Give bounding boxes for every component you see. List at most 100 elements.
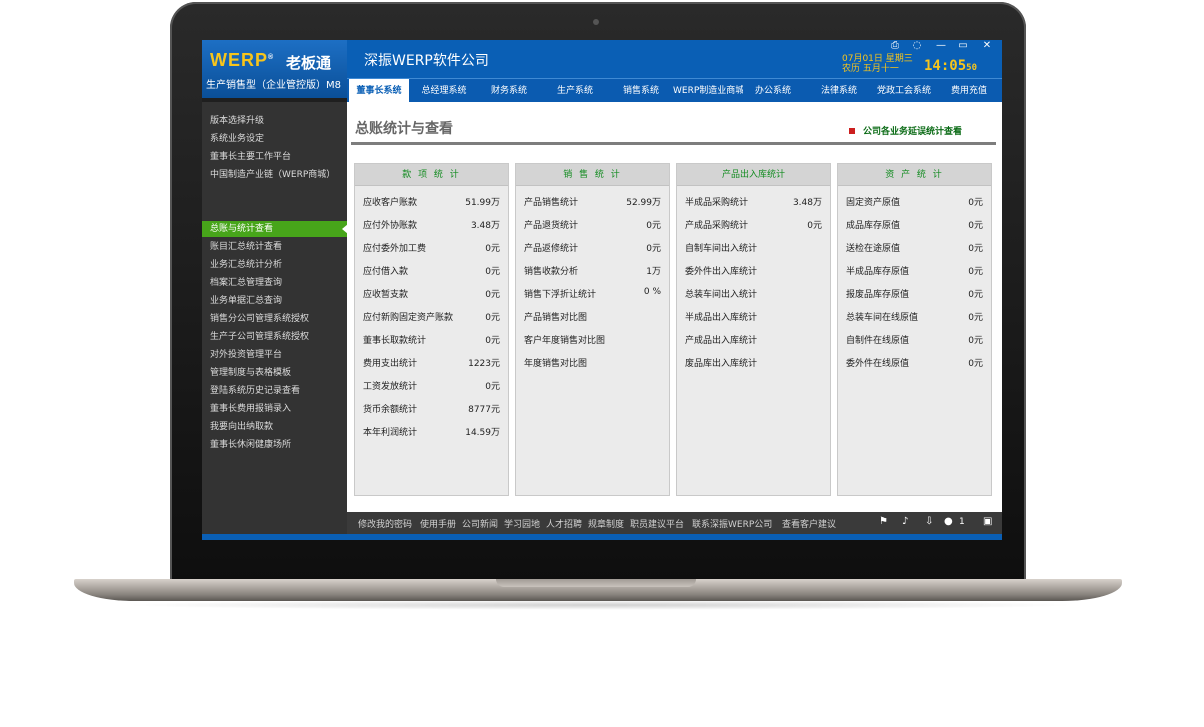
sidebar-item-login-history[interactable]: 登陆系统历史记录查看 [210, 383, 300, 399]
stat-row[interactable]: 委外件在线原值 0元 [846, 356, 983, 370]
stat-label: 委外件出入库统计 [685, 267, 758, 277]
tab-party-union[interactable]: 党政工会系统 [871, 79, 937, 103]
stat-row[interactable]: 报废品库存原值 0元 [846, 287, 983, 301]
logo: WERP® [210, 50, 274, 71]
stat-row[interactable]: 半成品库存原值 0元 [846, 264, 983, 278]
stat-label: 费用支出统计 [363, 359, 418, 369]
bottom-accent-bar [202, 534, 1002, 540]
flag-icon[interactable]: ⚑ [879, 516, 888, 527]
stat-row[interactable]: 货币余额统计 8777元 [363, 402, 500, 416]
laptop-notch [496, 579, 696, 587]
tab-finance[interactable]: 财务系统 [479, 79, 539, 103]
footer-link-rules[interactable]: 规章制度 [588, 517, 624, 530]
tab-chairman[interactable]: 董事长系统 [349, 79, 409, 103]
footer-link-learning[interactable]: 学习园地 [504, 517, 540, 530]
footer-link-suggestions[interactable]: 职员建议平台 [630, 517, 684, 530]
chat-icon[interactable]: ◌ [907, 40, 927, 52]
webcam-icon [593, 19, 599, 25]
sidebar-item-policy-templates[interactable]: 管理制度与表格模板 [210, 365, 291, 381]
logo-reg-mark: ® [268, 54, 275, 61]
time-display: 14:0550 [924, 58, 977, 74]
print-icon[interactable]: ⎙ [885, 40, 905, 52]
stat-row[interactable]: 产品退货统计 0元 [524, 218, 661, 232]
stat-row[interactable]: 应付新购固定资产账款 0元 [363, 310, 500, 324]
sidebar-item-expense-entry[interactable]: 董事长费用报销录入 [210, 401, 291, 417]
stat-row[interactable]: 自制车间出入统计 [685, 241, 822, 255]
stat-row[interactable]: 应收暂支款 0元 [363, 287, 500, 301]
sidebar-item-chairman-workspace[interactable]: 董事长主要工作平台 [210, 149, 291, 165]
stat-label: 成品库存原值 [846, 221, 901, 231]
stat-row[interactable]: 送检在途原值 0元 [846, 241, 983, 255]
footer-link-manual[interactable]: 使用手册 [420, 517, 456, 530]
stat-row[interactable]: 半成品采购统计 3.48万 [685, 195, 822, 209]
stat-label: 总装车间在线原值 [846, 313, 919, 323]
stat-row[interactable]: 废品库出入库统计 [685, 356, 822, 370]
sidebar-item-cashier-withdraw[interactable]: 我要向出纳取款 [210, 419, 273, 435]
stat-row[interactable]: 产品返修统计 0元 [524, 241, 661, 255]
stat-row[interactable]: 委外件出入库统计 [685, 264, 822, 278]
stat-row[interactable]: 工资发放统计 0元 [363, 379, 500, 393]
sidebar-item-ledger-stats[interactable]: 总账与统计查看 [210, 221, 273, 237]
stat-row[interactable]: 成品库存原值 0元 [846, 218, 983, 232]
stat-row[interactable]: 产品销售对比图 [524, 310, 661, 324]
stat-row[interactable]: 产品销售统计 52.99万 [524, 195, 661, 209]
tab-werp-mall[interactable]: WERP制造业商城 [673, 79, 743, 103]
tab-recharge[interactable]: 费用充值 [939, 79, 999, 103]
restore-icon[interactable]: ▭ [953, 40, 973, 52]
sidebar-item-system-settings[interactable]: 系统业务设定 [210, 131, 264, 147]
tab-sales[interactable]: 销售系统 [611, 79, 671, 103]
sidebar-item-archive-query[interactable]: 档案汇总管理查询 [210, 275, 282, 291]
sidebar-item-production-sub-auth[interactable]: 生产子公司管理系统授权 [210, 329, 309, 345]
stat-row[interactable]: 总装车间出入统计 [685, 287, 822, 301]
stat-row[interactable]: 本年利润统计 14.59万 [363, 425, 500, 439]
date-display: 07月01日 星期三 农历 五月十一 [842, 54, 913, 74]
stat-row[interactable]: 总装车间在线原值 0元 [846, 310, 983, 324]
logout-icon[interactable]: ▣ [983, 516, 992, 527]
sidebar-item-document-query[interactable]: 业务单据汇总查询 [210, 293, 282, 309]
stat-row[interactable]: 董事长取款统计 0元 [363, 333, 500, 347]
stat-row[interactable]: 应收客户账款 51.99万 [363, 195, 500, 209]
tab-general-manager[interactable]: 总经理系统 [413, 79, 475, 103]
stat-label: 产成品出入库统计 [685, 336, 758, 346]
sidebar-item-version-upgrade[interactable]: 版本选择升级 [210, 113, 264, 129]
stat-row[interactable]: 应付外协账款 3.48万 [363, 218, 500, 232]
footer-link-news[interactable]: 公司新闻 [462, 517, 498, 530]
tab-production[interactable]: 生产系统 [545, 79, 605, 103]
sidebar-item-werp-mall[interactable]: 中国制造产业链（WERP商城） [210, 167, 335, 183]
panel-payment-stats: 款 项 统 计 应收客户账款 51.99万 应付外协账款 3.48万 应付委外加工费… [354, 163, 509, 496]
speaker-icon[interactable]: ♪ [902, 516, 908, 527]
time-sec: 50 [966, 63, 977, 73]
download-icon[interactable]: ⇩ [925, 516, 933, 527]
footer-link-change-password[interactable]: 修改我的密码 [358, 517, 412, 530]
sidebar-item-account-summary[interactable]: 账目汇总统计查看 [210, 239, 282, 255]
stat-row[interactable]: 自制件在线原值 0元 [846, 333, 983, 347]
stat-label: 产成品采购统计 [685, 221, 749, 231]
delay-stats-link[interactable]: 公司各业务延误统计查看 [863, 124, 962, 137]
stat-row[interactable]: 产成品出入库统计 [685, 333, 822, 347]
sidebar-item-investment[interactable]: 对外投资管理平台 [210, 347, 282, 363]
stat-row[interactable]: 产成品采购统计 0元 [685, 218, 822, 232]
stat-row[interactable]: 客户年度销售对比图 [524, 333, 661, 347]
minimize-icon[interactable]: — [931, 40, 951, 52]
stat-row[interactable]: 销售下浮折让统计 0 % [524, 287, 661, 301]
footer-link-recruit[interactable]: 人才招聘 [546, 517, 582, 530]
stat-row[interactable]: 半成品出入库统计 [685, 310, 822, 324]
sidebar-item-sales-branch-auth[interactable]: 销售分公司管理系统授权 [210, 311, 309, 327]
stat-row[interactable]: 应付借入款 0元 [363, 264, 500, 278]
stat-row[interactable]: 应付委外加工费 0元 [363, 241, 500, 255]
stat-label: 半成品出入库统计 [685, 313, 758, 323]
message-icon[interactable]: ● [944, 516, 953, 527]
sidebar-item-business-analysis[interactable]: 业务汇总统计分析 [210, 257, 282, 273]
footer-link-customer-feedback[interactable]: 查看客户建议 [782, 517, 836, 530]
panel-title: 款 项 统 计 [355, 164, 508, 186]
stat-value: 0元 [968, 313, 983, 323]
tab-legal[interactable]: 法律系统 [809, 79, 869, 103]
sidebar-item-leisure[interactable]: 董事长休闲健康场所 [210, 437, 291, 453]
close-icon[interactable]: ✕ [977, 40, 997, 52]
stat-row[interactable]: 销售收款分析 1万 [524, 264, 661, 278]
stat-row[interactable]: 固定资产原值 0元 [846, 195, 983, 209]
stat-row[interactable]: 年度销售对比图 [524, 356, 661, 370]
tab-office[interactable]: 办公系统 [745, 79, 801, 103]
footer-link-contact[interactable]: 联系深振WERP公司 [692, 517, 772, 530]
stat-row[interactable]: 费用支出统计 1223元 [363, 356, 500, 370]
